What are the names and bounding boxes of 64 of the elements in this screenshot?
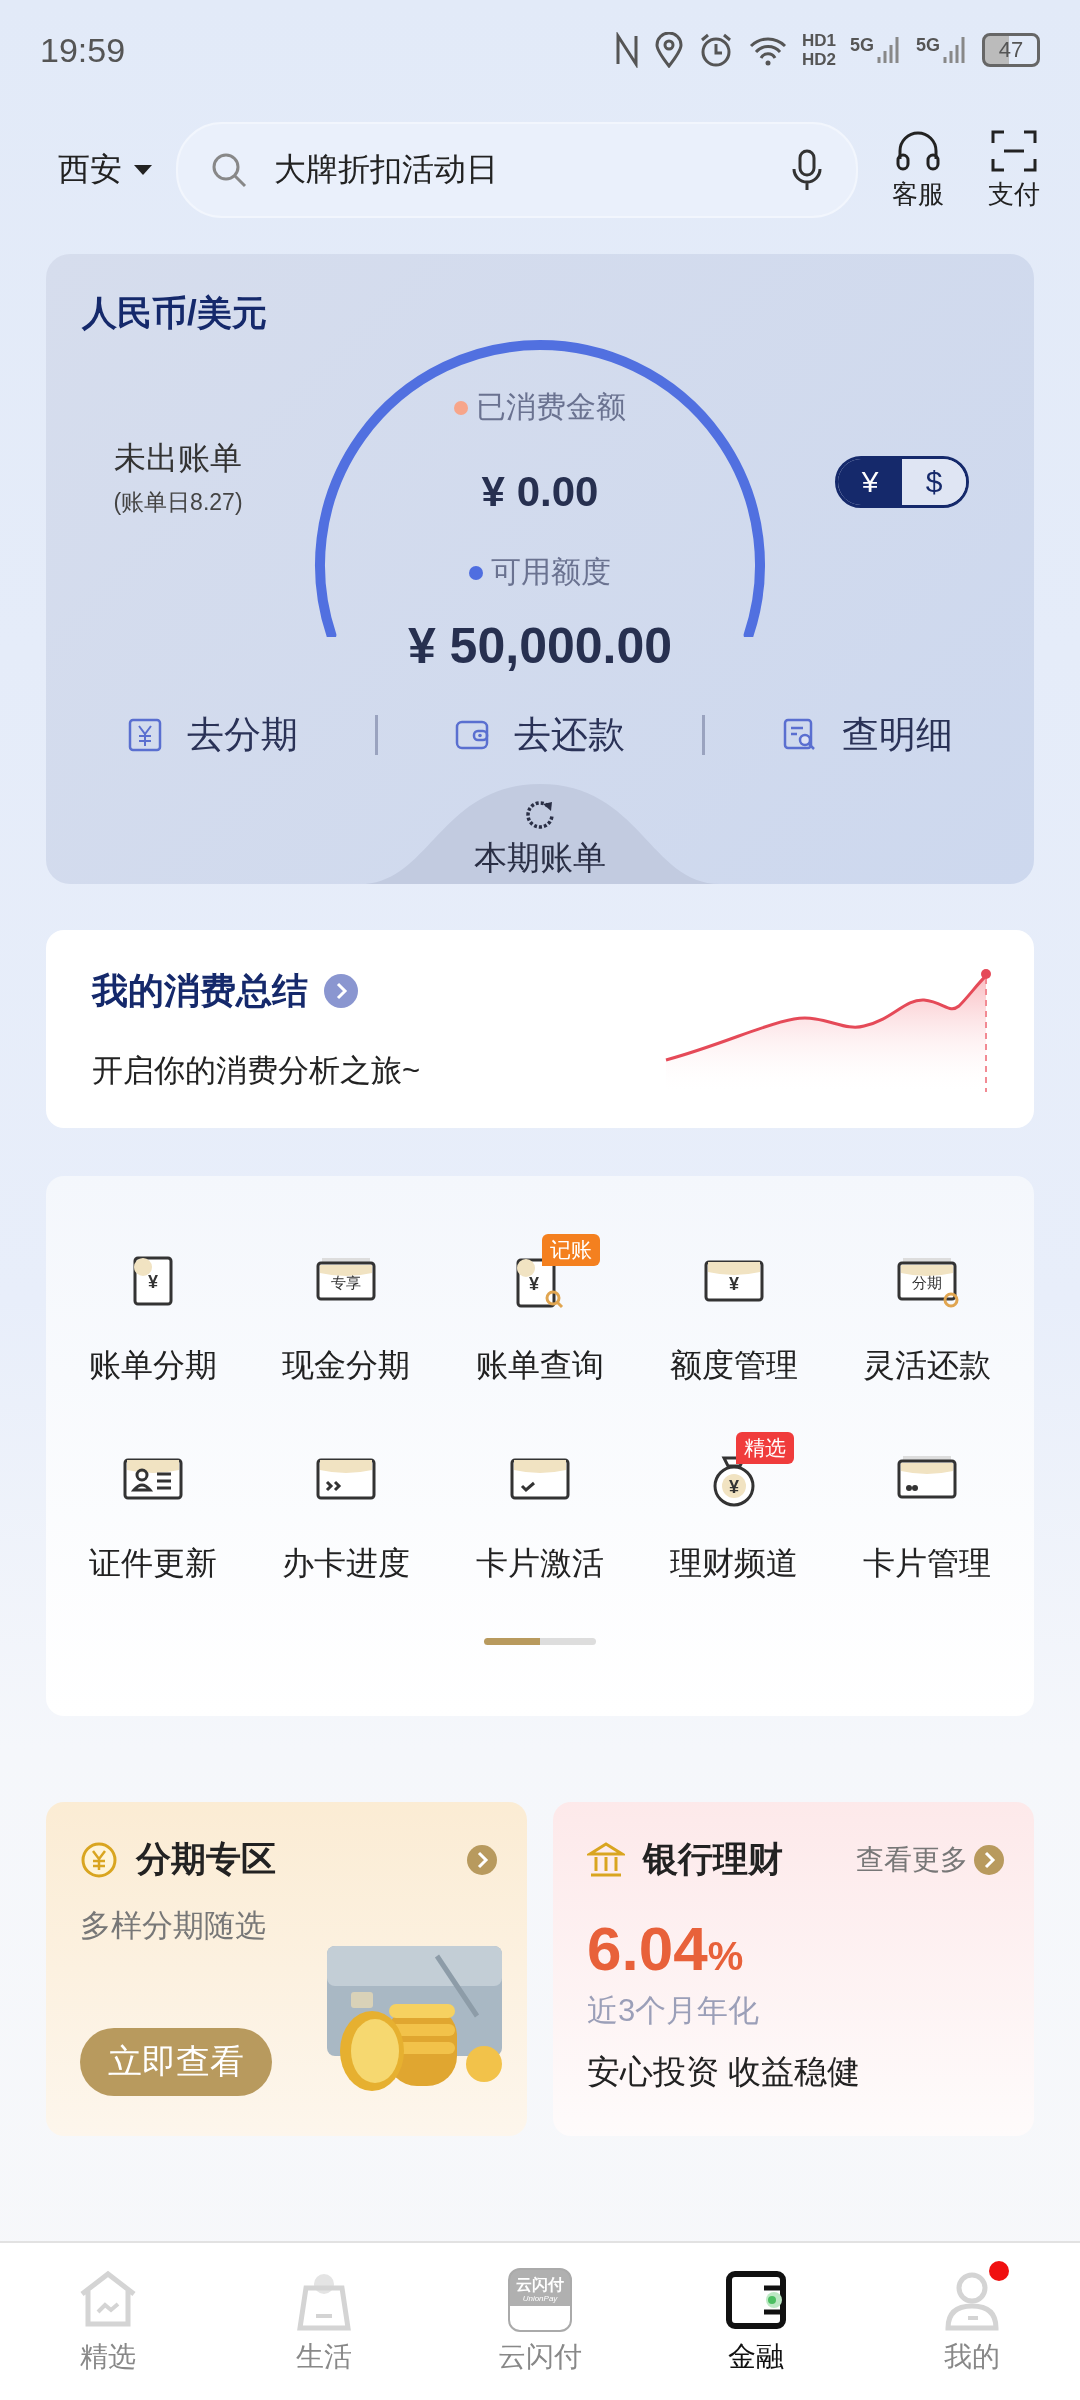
service-item[interactable]: ¥ 额度管理 [636, 1228, 831, 1388]
battery-icon: 47 [982, 33, 1040, 67]
card-action[interactable]: 查明细 [775, 709, 959, 761]
location-icon [653, 32, 684, 68]
rate-label: 近3个月年化 [587, 1992, 761, 2030]
promo-title: 分期专区 [136, 1838, 277, 1880]
summary-title: 我的消费总结 [92, 968, 308, 1013]
logo-subtext: UnionPay [522, 2293, 558, 2304]
tab-bar-item[interactable]: 我的 [864, 2243, 1080, 2400]
service-item[interactable]: ¥ 精选 理财频道 [636, 1426, 831, 1586]
wifi-icon [747, 34, 788, 66]
logo-text: 云闪付 [516, 2275, 564, 2294]
currency-toggle[interactable]: $ [902, 459, 966, 505]
promo-card[interactable]: 银行理财 查看更多 6.04% 近3个月年化 安心投资 收益稳健 [553, 1802, 1034, 2136]
available-label: 可用额度 [469, 552, 611, 593]
tab-bar-item[interactable]: 金融 [648, 2243, 864, 2400]
yen-icon [127, 717, 164, 753]
card-action[interactable]: 去分期 [121, 709, 305, 761]
search-icon [210, 151, 248, 189]
search-field[interactable]: 大牌折扣活动日 [176, 122, 858, 218]
chevron-icon[interactable] [324, 974, 358, 1008]
network-label: 5G [849, 35, 874, 56]
hd-label: HD2 [801, 50, 836, 69]
service-item[interactable]: 分期 灵活还款 [830, 1228, 1024, 1388]
tab-bar-item[interactable]: 精选 [0, 2243, 216, 2400]
signal-icon [942, 35, 968, 65]
bill-date: (账单日8.27) [113, 487, 243, 517]
spent-amount: ¥ 0.00 [481, 468, 599, 516]
service-button[interactable]: 客服 [882, 128, 954, 212]
pay-button[interactable]: 支付 [978, 128, 1050, 212]
promo-subtitle: 多样分期随选 [80, 1907, 267, 1945]
currency-toggle[interactable]: ¥ [838, 459, 902, 505]
microphone-icon[interactable] [790, 149, 824, 191]
city-selector[interactable]: 西安 [58, 148, 152, 192]
promo-card[interactable]: 分期专区 多样分期随选 立即查看 [46, 1802, 527, 2136]
tag: 精选 [735, 1432, 794, 1464]
yen-icon [80, 1840, 118, 1879]
bank-icon [587, 1840, 625, 1879]
scan-icon [990, 128, 1038, 173]
more-link[interactable]: 查看更多 [856, 1840, 1004, 1879]
bill-status: 未出账单 [114, 438, 242, 478]
summary-subtitle: 开启你的消费分析之旅~ [92, 1051, 421, 1090]
hd-label: HD1 [801, 31, 836, 50]
spent-label: 已消费金额 [454, 387, 626, 428]
tab-bar-item[interactable]: 云闪付 UnionPay 云闪付 [432, 2243, 648, 2400]
card-title: 人民币/美元 [82, 292, 268, 334]
promo-slogan: 安心投资 收益稳健 [587, 2052, 862, 2092]
tab-bar-item[interactable]: 生活 [216, 2243, 432, 2400]
service-item[interactable]: 证件更新 [56, 1426, 250, 1586]
summary-card[interactable]: 我的消费总结 开启你的消费分析之旅~ [46, 930, 1034, 1128]
promo-title: 银行理财 [643, 1838, 784, 1880]
rate-value: 6.04% [587, 1913, 745, 1984]
service-item[interactable]: 专享 现金分期 [249, 1228, 444, 1388]
signal-icon [876, 35, 902, 65]
clock: 19:59 [40, 30, 126, 70]
service-item[interactable]: 卡片管理 [830, 1426, 1024, 1586]
service-item[interactable]: 卡片激活 [443, 1426, 637, 1586]
chevron-icon[interactable] [974, 1844, 1004, 1875]
available-amount: ¥ 50,000.00 [407, 617, 673, 675]
service-item[interactable]: ¥ 账单分期 [56, 1228, 250, 1388]
network-label: 5G [916, 35, 940, 56]
card-action[interactable]: 去还款 [448, 709, 632, 761]
service-item[interactable]: 办卡进度 [249, 1426, 444, 1586]
chevron-icon[interactable] [467, 1844, 497, 1875]
